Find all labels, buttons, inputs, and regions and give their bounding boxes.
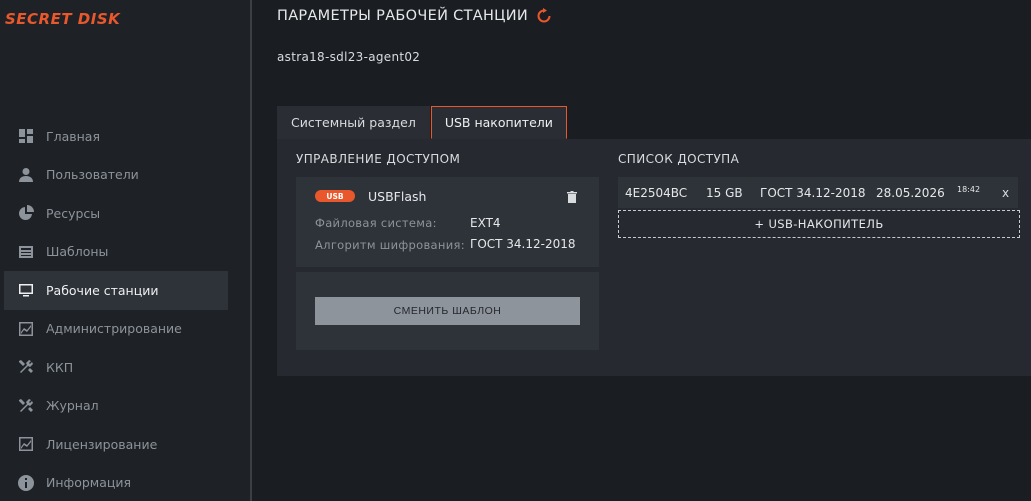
trash-icon[interactable] — [567, 191, 577, 203]
access-time: 18:42 — [957, 185, 981, 194]
pie-chart-icon — [18, 205, 34, 221]
sidebar-item-administration[interactable]: Администрирование — [4, 310, 228, 349]
template-card: СМЕНИТЬ ШАБЛОН — [296, 272, 599, 350]
device-name: USBFlash — [368, 189, 427, 204]
sidebar-item-label: Журнал — [46, 398, 99, 414]
encryption-algorithm-value: ГОСТ 34.12-2018 — [470, 237, 576, 251]
usb-device-card: USB USBFlash Файловая система: EXT4 Алго… — [296, 177, 599, 267]
sidebar-item-kkp[interactable]: ККП — [4, 348, 228, 387]
tab-system-partition[interactable]: Системный раздел — [277, 106, 430, 139]
sidebar-item-label: Ресурсы — [46, 205, 101, 221]
sidebar-item-label: Лицензирование — [46, 436, 158, 452]
sidebar-item-label: Пользователи — [46, 167, 139, 183]
page-title: ПАРАМЕТРЫ РАБОЧЕЙ СТАНЦИИ — [277, 8, 552, 24]
activity-chart-icon — [18, 436, 34, 452]
sidebar-item-templates[interactable]: Шаблоны — [4, 233, 228, 272]
access-date: 28.05.2026 — [876, 185, 945, 200]
tools-icon — [18, 398, 34, 414]
add-usb-drive-button[interactable]: + USB-НАКОПИТЕЛЬ — [618, 210, 1020, 238]
page-title-text: ПАРАМЕТРЫ РАБОЧЕЙ СТАНЦИИ — [277, 8, 528, 24]
device-algorithm: ГОСТ 34.12-2018 — [760, 185, 866, 200]
sidebar-item-label: Главная — [46, 128, 100, 144]
tab-usb-drives[interactable]: USB накопители — [430, 106, 567, 139]
usb-panel: УПРАВЛЕНИЕ ДОСТУПОМ USB USBFlash Файлова… — [277, 139, 1031, 376]
monitor-icon — [18, 282, 34, 298]
tab-bar: Системный раздел USB накопители — [277, 106, 568, 139]
sidebar-item-label: Информация — [46, 475, 132, 491]
activity-chart-icon — [18, 321, 34, 337]
sidebar-item-label: Рабочие станции — [46, 282, 159, 298]
device-size: 15 GB — [706, 185, 743, 200]
remove-access-button[interactable]: x — [1002, 186, 1009, 200]
change-template-button[interactable]: СМЕНИТЬ ШАБЛОН — [315, 297, 580, 325]
dashboard-icon — [18, 128, 34, 144]
tools-icon — [18, 359, 34, 375]
filesystem-value: EXT4 — [470, 216, 501, 230]
sidebar-item-workstations[interactable]: Рабочие станции — [4, 271, 228, 310]
workstation-hostname: astra18-sdl23-agent02 — [277, 50, 421, 64]
refresh-icon[interactable] — [536, 8, 552, 24]
access-list-title: СПИСОК ДОСТУПА — [618, 152, 740, 166]
sidebar-item-licensing[interactable]: Лицензирование — [4, 425, 228, 464]
sidebar-item-label: ККП — [46, 359, 74, 375]
info-icon — [18, 474, 34, 491]
filesystem-label: Файловая система: — [315, 216, 437, 230]
sidebar-nav: Главная Пользователи Ресурсы Шаблоны Раб… — [4, 117, 228, 501]
sidebar-item-label: Шаблоны — [46, 244, 109, 260]
app-logo: SECRET DISK — [5, 10, 121, 28]
sidebar-item-info[interactable]: Информация — [4, 464, 228, 501]
sidebar-item-journal[interactable]: Журнал — [4, 387, 228, 426]
sidebar-item-users[interactable]: Пользователи — [4, 156, 228, 195]
access-control-title: УПРАВЛЕНИЕ ДОСТУПОМ — [296, 152, 461, 166]
encryption-algorithm-label: Алгоритм шифрования: — [315, 238, 465, 252]
template-icon — [18, 244, 34, 260]
sidebar-item-resources[interactable]: Ресурсы — [4, 194, 228, 233]
access-list-row: 4E2504BC 15 GB ГОСТ 34.12-2018 28.05.202… — [618, 177, 1018, 208]
sidebar-item-label: Администрирование — [46, 321, 182, 337]
usb-badge: USB — [315, 190, 355, 202]
device-id: 4E2504BC — [625, 185, 688, 200]
sidebar-item-home[interactable]: Главная — [4, 117, 228, 156]
sidebar: SECRET DISK Главная Пользователи Ресурсы… — [0, 0, 252, 501]
user-icon — [18, 167, 34, 183]
